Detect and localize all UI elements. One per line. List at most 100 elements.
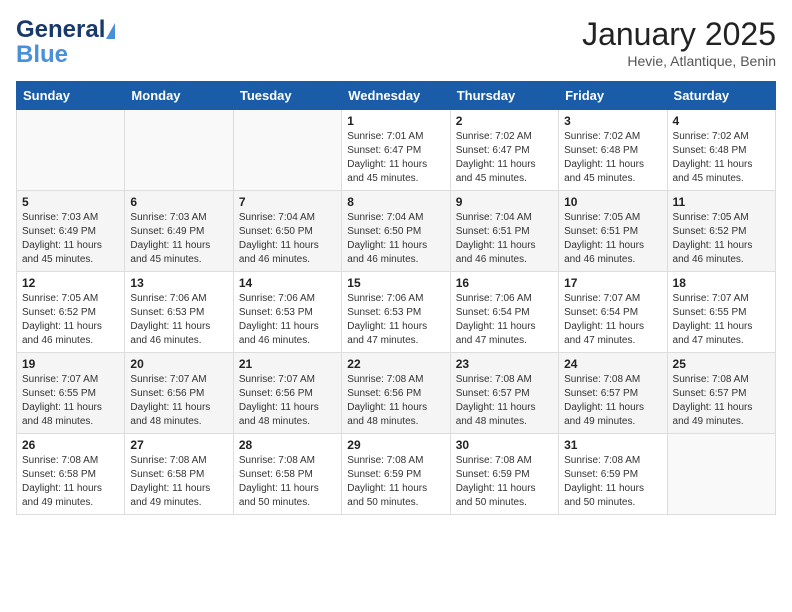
day-number: 13	[130, 276, 227, 290]
weekday-header-friday: Friday	[559, 82, 667, 110]
calendar-cell: 4Sunrise: 7:02 AM Sunset: 6:48 PM Daylig…	[667, 110, 775, 191]
calendar-cell: 12Sunrise: 7:05 AM Sunset: 6:52 PM Dayli…	[17, 272, 125, 353]
calendar-cell	[17, 110, 125, 191]
calendar-cell: 3 Sunrise: 7:02 AM Sunset: 6:48 PM Daylig…	[559, 110, 667, 191]
calendar-cell: 6 Sunrise: 7:03 AM Sunset: 6:49 PM Daylig…	[125, 191, 233, 272]
day-number: 2	[456, 114, 553, 128]
day-info: Sunrise: 7:02 AM Sunset: 6:47 PM Dayligh…	[456, 130, 553, 186]
day-number: 6	[130, 195, 227, 209]
day-number: 17	[564, 276, 661, 290]
day-info: Sunrise: 7:03 AM Sunset: 6:49 PM Dayligh…	[130, 211, 227, 267]
logo: General Blue	[16, 16, 115, 66]
day-number: 14	[239, 276, 336, 290]
day-info: Sunrise: 7:04 AM Sunset: 6:50 PM Dayligh…	[347, 211, 444, 267]
day-number: 23	[456, 357, 553, 371]
day-info: Sunrise: 7:07 AM Sunset: 6:55 PM Dayligh…	[673, 292, 770, 348]
month-year-title: January 2025	[582, 16, 776, 53]
day-number: 8	[347, 195, 444, 209]
calendar-cell	[125, 110, 233, 191]
day-number: 28	[239, 438, 336, 452]
calendar-table: SundayMondayTuesdayWednesdayThursdayFrid…	[16, 81, 776, 515]
weekday-header-sunday: Sunday	[17, 82, 125, 110]
day-number: 11	[673, 195, 770, 209]
day-info: Sunrise: 7:08 AM Sunset: 6:57 PM Dayligh…	[456, 373, 553, 429]
day-info: Sunrise: 7:06 AM Sunset: 6:53 PM Dayligh…	[130, 292, 227, 348]
weekday-header-wednesday: Wednesday	[342, 82, 450, 110]
day-info: Sunrise: 7:06 AM Sunset: 6:54 PM Dayligh…	[456, 292, 553, 348]
page-header: General Blue January 2025 Hevie, Atlanti…	[16, 16, 776, 69]
day-info: Sunrise: 7:07 AM Sunset: 6:55 PM Dayligh…	[22, 373, 119, 429]
day-info: Sunrise: 7:04 AM Sunset: 6:50 PM Dayligh…	[239, 211, 336, 267]
day-number: 7	[239, 195, 336, 209]
day-info: Sunrise: 7:06 AM Sunset: 6:53 PM Dayligh…	[347, 292, 444, 348]
calendar-cell: 31 Sunrise: 7:08 AM Sunset: 6:59 PM Dayli…	[559, 434, 667, 515]
location-subtitle: Hevie, Atlantique, Benin	[582, 53, 776, 69]
calendar-cell: 16 Sunrise: 7:06 AM Sunset: 6:54 PM Dayli…	[450, 272, 558, 353]
calendar-cell: 9 Sunrise: 7:04 AM Sunset: 6:51 PM Daylig…	[450, 191, 558, 272]
day-number: 20	[130, 357, 227, 371]
calendar-week-row: 26 Sunrise: 7:08 AM Sunset: 6:58 PM Dayli…	[17, 434, 776, 515]
weekday-header-tuesday: Tuesday	[233, 82, 341, 110]
day-number: 3	[564, 114, 661, 128]
day-info: Sunrise: 7:08 AM Sunset: 6:58 PM Dayligh…	[22, 454, 119, 510]
logo-triangle-icon	[106, 23, 115, 39]
calendar-cell: 25 Sunrise: 7:08 AM Sunset: 6:57 PM Dayli…	[667, 353, 775, 434]
title-block: January 2025 Hevie, Atlantique, Benin	[582, 16, 776, 69]
calendar-cell: 2 Sunrise: 7:02 AM Sunset: 6:47 PM Daylig…	[450, 110, 558, 191]
day-number: 31	[564, 438, 661, 452]
day-info: Sunrise: 7:05 AM Sunset: 6:51 PM Dayligh…	[564, 211, 661, 267]
day-number: 16	[456, 276, 553, 290]
day-number: 5	[22, 195, 119, 209]
calendar-cell: 22 Sunrise: 7:08 AM Sunset: 6:56 PM Dayli…	[342, 353, 450, 434]
day-info: Sunrise: 7:08 AM Sunset: 6:58 PM Dayligh…	[239, 454, 336, 510]
day-number: 29	[347, 438, 444, 452]
calendar-cell: 15 Sunrise: 7:06 AM Sunset: 6:53 PM Dayli…	[342, 272, 450, 353]
day-info: Sunrise: 7:02 AM Sunset: 6:48 PM Dayligh…	[564, 130, 661, 186]
day-info: Sunrise: 7:05 AM Sunset: 6:52 PM Dayligh…	[22, 292, 119, 348]
calendar-cell: 11 Sunrise: 7:05 AM Sunset: 6:52 PM Dayli…	[667, 191, 775, 272]
logo-general: General	[16, 16, 105, 44]
calendar-cell: 27Sunrise: 7:08 AM Sunset: 6:58 PM Dayli…	[125, 434, 233, 515]
day-number: 26	[22, 438, 119, 452]
day-info: Sunrise: 7:04 AM Sunset: 6:51 PM Dayligh…	[456, 211, 553, 267]
day-info: Sunrise: 7:01 AM Sunset: 6:47 PM Dayligh…	[347, 130, 444, 186]
calendar-week-row: 1Sunrise: 7:01 AM Sunset: 6:47 PM Daylig…	[17, 110, 776, 191]
calendar-cell: 26 Sunrise: 7:08 AM Sunset: 6:58 PM Dayli…	[17, 434, 125, 515]
day-info: Sunrise: 7:08 AM Sunset: 6:59 PM Dayligh…	[456, 454, 553, 510]
calendar-cell: 24Sunrise: 7:08 AM Sunset: 6:57 PM Dayli…	[559, 353, 667, 434]
day-number: 30	[456, 438, 553, 452]
day-info: Sunrise: 7:08 AM Sunset: 6:57 PM Dayligh…	[564, 373, 661, 429]
logo-blue: Blue	[16, 44, 68, 66]
calendar-cell: 30 Sunrise: 7:08 AM Sunset: 6:59 PM Dayli…	[450, 434, 558, 515]
weekday-header-thursday: Thursday	[450, 82, 558, 110]
day-info: Sunrise: 7:05 AM Sunset: 6:52 PM Dayligh…	[673, 211, 770, 267]
calendar-cell: 7 Sunrise: 7:04 AM Sunset: 6:50 PM Daylig…	[233, 191, 341, 272]
day-info: Sunrise: 7:08 AM Sunset: 6:59 PM Dayligh…	[564, 454, 661, 510]
day-info: Sunrise: 7:07 AM Sunset: 6:56 PM Dayligh…	[239, 373, 336, 429]
calendar-cell: 23 Sunrise: 7:08 AM Sunset: 6:57 PM Dayli…	[450, 353, 558, 434]
weekday-header-saturday: Saturday	[667, 82, 775, 110]
calendar-cell: 5 Sunrise: 7:03 AM Sunset: 6:49 PM Daylig…	[17, 191, 125, 272]
calendar-week-row: 5 Sunrise: 7:03 AM Sunset: 6:49 PM Daylig…	[17, 191, 776, 272]
day-number: 22	[347, 357, 444, 371]
day-info: Sunrise: 7:02 AM Sunset: 6:48 PM Dayligh…	[673, 130, 770, 186]
calendar-cell: 20Sunrise: 7:07 AM Sunset: 6:56 PM Dayli…	[125, 353, 233, 434]
day-info: Sunrise: 7:08 AM Sunset: 6:58 PM Dayligh…	[130, 454, 227, 510]
day-number: 15	[347, 276, 444, 290]
day-number: 10	[564, 195, 661, 209]
day-info: Sunrise: 7:08 AM Sunset: 6:56 PM Dayligh…	[347, 373, 444, 429]
calendar-cell: 18 Sunrise: 7:07 AM Sunset: 6:55 PM Dayli…	[667, 272, 775, 353]
day-info: Sunrise: 7:08 AM Sunset: 6:57 PM Dayligh…	[673, 373, 770, 429]
day-number: 19	[22, 357, 119, 371]
calendar-week-row: 19 Sunrise: 7:07 AM Sunset: 6:55 PM Dayli…	[17, 353, 776, 434]
calendar-cell: 21Sunrise: 7:07 AM Sunset: 6:56 PM Dayli…	[233, 353, 341, 434]
day-number: 25	[673, 357, 770, 371]
calendar-cell: 10 Sunrise: 7:05 AM Sunset: 6:51 PM Dayli…	[559, 191, 667, 272]
day-number: 18	[673, 276, 770, 290]
calendar-cell: 28 Sunrise: 7:08 AM Sunset: 6:58 PM Dayli…	[233, 434, 341, 515]
day-info: Sunrise: 7:08 AM Sunset: 6:59 PM Dayligh…	[347, 454, 444, 510]
weekday-header-monday: Monday	[125, 82, 233, 110]
day-info: Sunrise: 7:03 AM Sunset: 6:49 PM Dayligh…	[22, 211, 119, 267]
calendar-cell: 1Sunrise: 7:01 AM Sunset: 6:47 PM Daylig…	[342, 110, 450, 191]
day-number: 9	[456, 195, 553, 209]
